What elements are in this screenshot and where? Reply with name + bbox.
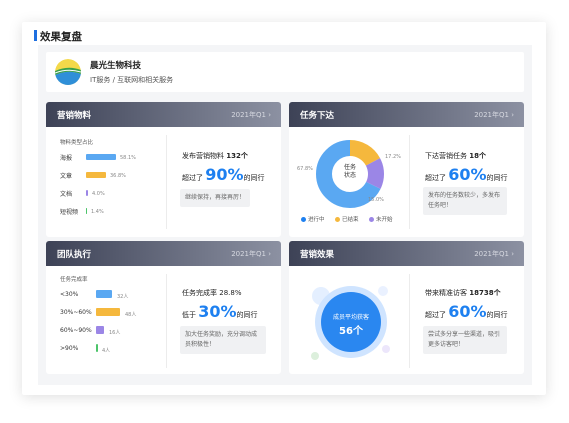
- bar: [86, 172, 106, 178]
- stat-line: 发布营销物料 132个: [182, 152, 248, 160]
- divider: [166, 274, 167, 368]
- bar-label: 文档: [60, 191, 73, 198]
- avg-acquisition-label: 成员平均获客: [332, 314, 369, 321]
- compare-line: 超过了 60%的同行: [425, 165, 508, 184]
- bar-value: 58.1%: [120, 155, 136, 161]
- quarter-selector[interactable]: 2021年Q1 ›: [474, 249, 514, 259]
- divider: [409, 135, 410, 229]
- panel-title: 任务下达: [300, 111, 335, 121]
- panel-header: 营销效果 2021年Q1 ›: [289, 241, 524, 266]
- divider: [409, 274, 410, 368]
- bar-label: >90%: [60, 345, 79, 352]
- quarter-selector[interactable]: 2021年Q1 ›: [231, 110, 271, 120]
- compare-line: 超过了 90%的同行: [182, 165, 265, 184]
- panel-team: 团队执行 2021年Q1 › 任务完成率 <30% 32人 30%~60% 48…: [46, 241, 281, 374]
- company-name: 晨光生物科技: [90, 61, 142, 71]
- quarter-selector[interactable]: 2021年Q1 ›: [231, 249, 271, 259]
- bar-value: 36.8%: [110, 173, 126, 179]
- slice-value: 15.0%: [368, 197, 384, 203]
- company-industry: IT服务 / 互联网和相关服务: [90, 76, 174, 84]
- suggestion-note: 加大任务奖励，充分调动成员积极性！: [180, 326, 266, 354]
- divider: [166, 135, 167, 229]
- review-content: 晨光生物科技 IT服务 / 互联网和相关服务 营销物料 2021年Q1 › 物料…: [38, 45, 532, 385]
- bar-value: 16人: [109, 330, 121, 336]
- stat-line: 任务完成率 28.8%: [182, 289, 242, 297]
- bar: [96, 290, 112, 298]
- company-logo-icon: [55, 59, 81, 85]
- effect-review-card: 效果复盘 晨光生物科技 IT服务 / 互联网和相关服务 营销物料 2021年Q1…: [22, 22, 546, 395]
- suggestion-note: 发布的任务数较少，多发布任务吧！: [423, 187, 507, 215]
- section-title: 效果复盘: [34, 30, 82, 43]
- stat-line: 带来精准访客 18738个: [425, 289, 501, 297]
- bar-value: 32人: [117, 294, 129, 300]
- bar-label: 30%~60%: [60, 309, 92, 316]
- bar: [86, 208, 87, 214]
- panel-effect: 营销效果 2021年Q1 › 成员平均获客 56个 带来精准访客 18738个 …: [289, 241, 524, 374]
- legend-item: 已结束: [335, 215, 359, 223]
- bar-value: 4人: [102, 348, 111, 354]
- panel-title: 营销物料: [57, 111, 92, 121]
- slice-value: 67.8%: [297, 166, 313, 172]
- bar-value: 48人: [125, 312, 137, 318]
- suggestion-note: 继续保持，再接再厉！: [180, 189, 251, 207]
- bar-label: 60%~90%: [60, 327, 92, 334]
- bar-value: 1.4%: [91, 209, 104, 215]
- legend-item: 未开始: [369, 215, 393, 223]
- panel-title: 营销效果: [300, 250, 335, 260]
- quarter-selector[interactable]: 2021年Q1 ›: [474, 110, 514, 120]
- suggestion-note: 尝试多分享一些渠道，吸引更多访客吧！: [423, 326, 507, 354]
- panel-header: 任务下达 2021年Q1 ›: [289, 102, 524, 127]
- bar-label: 文章: [60, 173, 73, 180]
- bar-label: 海报: [60, 155, 73, 162]
- donut-center-label: 任务状态: [343, 164, 356, 179]
- stat-line: 下达营销任务 18个: [425, 152, 486, 160]
- slice-value: 17.2%: [385, 154, 401, 160]
- panel-marketing: 营销物料 2021年Q1 › 物料类型占比 海报 58.1% 文章 36.8% …: [46, 102, 281, 237]
- panel-title: 团队执行: [57, 250, 92, 260]
- compare-line: 低于 30%的同行: [182, 302, 258, 321]
- bar-label: <30%: [60, 291, 79, 298]
- bar: [96, 308, 120, 316]
- bar: [86, 154, 116, 160]
- bar: [96, 344, 98, 352]
- chart-title: 物料类型占比: [60, 140, 94, 146]
- panel-header: 营销物料 2021年Q1 ›: [46, 102, 281, 127]
- bar-value: 4.0%: [92, 191, 105, 197]
- bar: [86, 190, 88, 196]
- bar-label: 短视频: [60, 209, 79, 216]
- chart-title: 任务完成率: [60, 277, 88, 283]
- panel-tasks: 任务下达 2021年Q1 › 任务状态 67.8% 17.2% 15.0% 进行…: [289, 102, 524, 237]
- legend-item: 进行中: [301, 215, 325, 223]
- company-info: 晨光生物科技 IT服务 / 互联网和相关服务: [46, 52, 524, 92]
- bar: [96, 326, 104, 334]
- avg-acquisition-value: 56个: [339, 326, 363, 337]
- panel-header: 团队执行 2021年Q1 ›: [46, 241, 281, 266]
- compare-line: 超过了 60%的同行: [425, 302, 508, 321]
